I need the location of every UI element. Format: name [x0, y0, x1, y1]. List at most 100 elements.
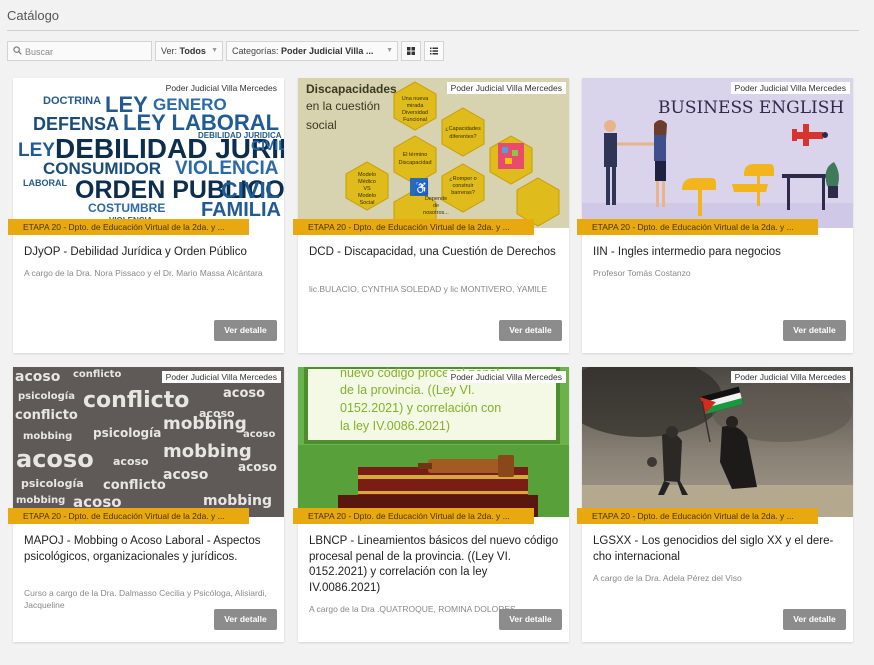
course-image-word-cloud: DOCTRINA LEY GENERO DEFENSA LEY LABORAL … [13, 78, 284, 228]
hex1-line3: Diversidad [402, 110, 428, 116]
category-tag: Poder Judicial Villa Mercedes [730, 82, 850, 94]
search-box [7, 41, 152, 61]
filter-ver-label: Ver: [161, 46, 178, 56]
svg-text:mobbing: mobbing [16, 495, 65, 506]
hex3-line2: Discapacidad [398, 160, 431, 166]
hex-heading-2: en la cuestión [306, 99, 380, 113]
ver-detalle-button[interactable]: Ver detalle [499, 609, 562, 630]
etapa-ribbon: ETAPA 20 - Dpto. de Educación Virtual de… [8, 219, 249, 235]
svg-text:DEBILIDAD JURIDICA: DEBILIDAD JURIDICA [198, 131, 282, 140]
svg-text:acoso: acoso [15, 369, 61, 385]
search-input[interactable] [8, 43, 151, 61]
etapa-ribbon: ETAPA 20 - Dpto. de Educación Virtual de… [577, 219, 818, 235]
page-title: Catálogo [7, 8, 60, 23]
svg-text:acoso: acoso [238, 460, 277, 474]
category-tag: Poder Judicial Villa Mercedes [161, 82, 281, 94]
svg-text:acoso: acoso [113, 455, 149, 468]
course-card[interactable]: Poder Judicial Villa Mercedes ETAPA 20 -… [577, 367, 853, 642]
hex-heading-1: Discapacidades [306, 82, 397, 96]
svg-text:mobbing: mobbing [23, 431, 72, 442]
filter-ver-select[interactable]: Ver: Todos ▼ [155, 41, 223, 61]
list-icon [430, 47, 438, 55]
course-instructors: A cargo de la Dra. Adela Pérez del Viso [593, 573, 742, 583]
board-line-2: de la provincia. ((Ley VI. [340, 383, 475, 397]
grid-icon [407, 47, 415, 55]
svg-text:COSTUMBRE: COSTUMBRE [88, 201, 165, 215]
hex4-line3: VS [363, 186, 371, 192]
course-title: DJyOP - Debilidad Jurídica y Orden Públi… [24, 246, 247, 258]
svg-text:acoso: acoso [223, 386, 265, 401]
title-divider [7, 30, 859, 31]
course-instructors: Curso a cargo de la Dra. Dalmasso Cecili… [24, 588, 267, 610]
course-card[interactable]: acoso conflicto acoso acoso psicología c… [8, 367, 284, 642]
course-card[interactable]: nuevo código procesal penal de la provin… [293, 367, 569, 642]
hex6-line2: construir [452, 183, 473, 189]
course-card[interactable]: Discapacidades en la cuestión social ♿ U… [293, 78, 569, 353]
filter-category-select[interactable]: Categorías: Poder Judicial Villa ... ▼ [226, 41, 398, 61]
hex1-line1: Una nueva [402, 96, 430, 102]
hex4-line4: Modelo [358, 193, 376, 199]
course-title: LBNCP - Lineamientos básicos del nuevo c… [309, 535, 559, 594]
svg-text:acoso: acoso [243, 429, 275, 440]
hex3-line1: El término [403, 152, 428, 158]
hex6-line1: ¿Romper o [449, 176, 477, 182]
course-title: DCD - Discapacidad, una Cuestión de Dere… [309, 246, 556, 258]
svg-text:conflicto: conflicto [103, 478, 166, 493]
list-view-button[interactable] [424, 41, 444, 61]
svg-text:mobbing: mobbing [163, 441, 252, 462]
hex6-line3: barreras? [451, 190, 475, 196]
board-line-3: 0152.2021) y correlación con [340, 401, 501, 415]
etapa-ribbon: ETAPA 20 - Dpto. de Educación Virtual de… [293, 508, 534, 524]
course-title: MAPOJ - Mobbing o Acoso Laboral - Aspect… [24, 535, 261, 563]
hex2-line2: diferentes? [449, 134, 476, 140]
svg-text:LEY: LEY [18, 140, 55, 161]
hex5-line3: nosotros... [423, 210, 449, 216]
course-image-mobbing-collage: acoso conflicto acoso acoso psicología c… [13, 367, 284, 517]
svg-text:acoso: acoso [163, 467, 209, 483]
course-card[interactable]: DOCTRINA LEY GENERO DEFENSA LEY LABORAL … [8, 78, 284, 353]
category-tag: Poder Judicial Villa Mercedes [730, 371, 850, 383]
toolbar: Ver: Todos ▼ Categorías: Poder Judicial … [7, 41, 444, 61]
svg-text:conflicto: conflicto [83, 388, 189, 413]
hex4-line1: Modelo [358, 172, 376, 178]
hex2-line1: ¿Capacidades [445, 126, 481, 132]
course-title: LGSXX - Los genocidios del siglo XX y el… [593, 535, 834, 563]
svg-text:FAMILIA: FAMILIA [201, 199, 281, 221]
course-image-photo-flag: Poder Judicial Villa Mercedes [582, 367, 853, 517]
svg-text:♿: ♿ [414, 181, 429, 195]
svg-text:psicología: psicología [93, 426, 161, 440]
hex4-line2: Médico [358, 179, 376, 185]
course-image-chalkboard-gavel: nuevo código procesal penal de la provin… [298, 367, 569, 517]
etapa-ribbon: ETAPA 20 - Dpto. de Educación Virtual de… [293, 219, 534, 235]
course-instructors: lic.BULACIO, CYNTHIA SOLEDAD y lic MONTI… [309, 284, 548, 294]
svg-text:mobbing: mobbing [163, 414, 247, 434]
ver-detalle-button[interactable]: Ver detalle [499, 320, 562, 341]
course-instructors: Profesor Tomás Costanzo [593, 268, 691, 278]
course-title: IIN - Ingles intermedio para negocios [593, 246, 781, 258]
svg-text:conflicto: conflicto [73, 369, 121, 380]
course-card[interactable]: BUSINESS ENGLISH Poder Judicial Villa Me… [577, 78, 853, 353]
svg-text:conflicto: conflicto [15, 408, 78, 423]
course-image-business-english: BUSINESS ENGLISH Poder Judicial Villa Me… [582, 78, 853, 228]
search-icon [13, 46, 22, 55]
svg-text:mobbing: mobbing [203, 493, 272, 509]
caret-down-icon: ▼ [211, 47, 218, 54]
ver-detalle-button[interactable]: Ver detalle [783, 609, 846, 630]
caret-down-icon: ▼ [386, 47, 393, 54]
etapa-ribbon: ETAPA 20 - Dpto. de Educación Virtual de… [8, 508, 249, 524]
ver-detalle-button[interactable]: Ver detalle [214, 609, 277, 630]
svg-text:psicología: psicología [21, 477, 84, 490]
hex-heading-3: social [306, 118, 337, 132]
business-english-heading: BUSINESS ENGLISH [658, 98, 844, 118]
svg-text:DEFENSA: DEFENSA [33, 114, 119, 134]
grid-view-button[interactable] [401, 41, 421, 61]
category-tag: Poder Judicial Villa Mercedes [446, 371, 566, 383]
hex1-line2: mirada [407, 103, 425, 109]
hex4-line5: Social [360, 200, 375, 206]
ver-detalle-button[interactable]: Ver detalle [783, 320, 846, 341]
board-line-4: la ley IV.0086.2021) [340, 419, 450, 433]
svg-text:acoso: acoso [16, 445, 94, 473]
etapa-ribbon: ETAPA 20 - Dpto. de Educación Virtual de… [577, 508, 818, 524]
ver-detalle-button[interactable]: Ver detalle [214, 320, 277, 341]
category-tag: Poder Judicial Villa Mercedes [161, 371, 281, 383]
